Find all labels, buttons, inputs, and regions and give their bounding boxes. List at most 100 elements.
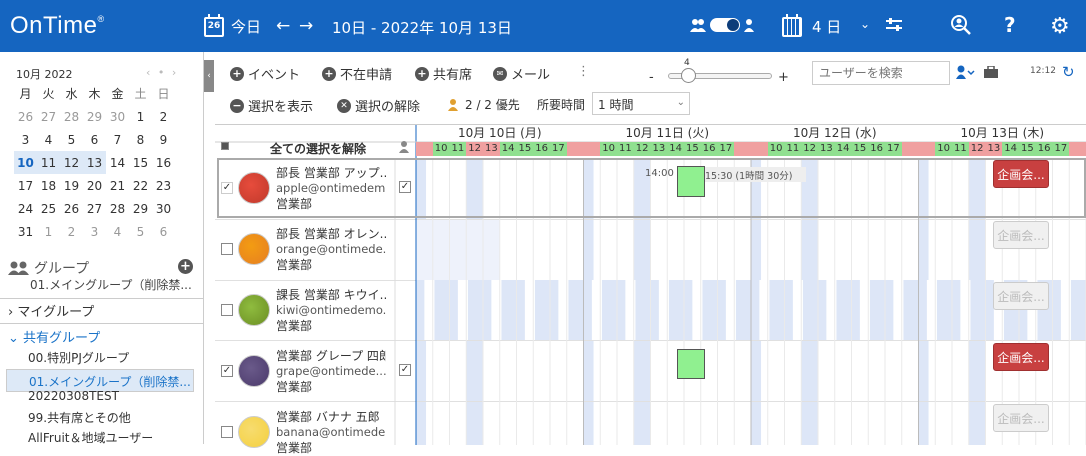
proposed-event-block[interactable] (677, 349, 705, 379)
user-info[interactable]: 部長 営業部 アップ... apple@ontimedem... 営業部 (276, 164, 386, 212)
toggle-switch[interactable] (710, 18, 740, 32)
event-button[interactable]: 企画会... (993, 282, 1049, 310)
calendar-day[interactable]: 5 (60, 128, 83, 151)
priority-checkbox[interactable]: ✓ (399, 364, 411, 376)
calendar-day[interactable]: 9 (152, 128, 175, 151)
row-checkbox[interactable]: ✓ (221, 365, 233, 377)
calendar-day[interactable]: 18 (37, 174, 60, 197)
refresh-icon[interactable]: ↻ (1062, 63, 1075, 81)
calendar-day[interactable]: 2 (152, 105, 175, 128)
shared-seat-button[interactable]: +共有席 (415, 64, 472, 83)
shared-group-toggle[interactable]: ⌄ 共有グループ (8, 327, 100, 346)
day-label[interactable]: 10月 13日 (木) (919, 124, 1086, 142)
calendar-day[interactable]: 4 (106, 220, 129, 243)
calendar-day[interactable]: 27 (83, 197, 106, 220)
gear-icon[interactable]: ⚙ (1050, 14, 1070, 39)
days-selector[interactable]: 4 日 (782, 16, 841, 37)
calendar-day[interactable]: 12 (60, 151, 83, 174)
calendar-day[interactable]: 7 (106, 128, 129, 151)
event-button[interactable]: 企画会... (993, 404, 1049, 432)
sidebar-item-test[interactable]: 20220308TEST (28, 389, 194, 403)
calendar-day[interactable]: 19 (60, 174, 83, 197)
user-filter-icon[interactable] (956, 65, 998, 79)
mail-button[interactable]: ✉メール (493, 64, 550, 83)
zoom-slider-knob[interactable] (681, 68, 696, 83)
event-button[interactable]: 企画会... (993, 160, 1049, 188)
day-label[interactable]: 10月 11日 (火) (584, 124, 752, 142)
user-info[interactable]: 課長 営業部 キウイ... kiwi@ontimedemo... 営業部 (276, 286, 386, 334)
calendar-day[interactable]: 26 (60, 197, 83, 220)
sidebar-item-allfruit[interactable]: AllFruit＆地域ユーザー (28, 429, 194, 446)
calendar-day[interactable]: 6 (152, 220, 175, 243)
help-icon[interactable]: ? (1004, 13, 1016, 37)
priority-checkbox[interactable]: ✓ (399, 181, 411, 193)
row-checkbox[interactable] (221, 426, 233, 438)
calendar-day[interactable]: 22 (129, 174, 152, 197)
calendar-day[interactable]: 20 (83, 174, 106, 197)
calendar-day[interactable]: 24 (14, 197, 37, 220)
group-header[interactable]: グループ (8, 258, 89, 278)
row-checkbox[interactable]: ✓ (221, 182, 233, 194)
calendar-day[interactable]: 5 (129, 220, 152, 243)
proposed-event-block[interactable] (677, 166, 705, 197)
row-checkbox[interactable] (221, 243, 233, 255)
calendar-day[interactable]: 29 (83, 105, 106, 128)
calendar-day[interactable]: 21 (106, 174, 129, 197)
absence-button[interactable]: +不在申請 (322, 64, 392, 83)
calendar-day[interactable]: 8 (129, 128, 152, 151)
prev-arrow-icon[interactable]: ← (276, 16, 290, 36)
chevron-down-icon[interactable]: ⌄ (860, 17, 870, 31)
event-button[interactable]: 企画会... (993, 221, 1049, 249)
my-group-toggle[interactable]: › マイグループ (8, 301, 94, 320)
calendar-day[interactable]: 17 (14, 174, 37, 197)
calendar-day[interactable]: 29 (129, 197, 152, 220)
event-button[interactable]: 企画会... (993, 343, 1049, 371)
calendar-day[interactable]: 16 (152, 151, 175, 174)
calendar-day[interactable]: 2 (60, 220, 83, 243)
user-info[interactable]: 営業部 バナナ 五郎 banana@ontimede... 営業部 (276, 408, 386, 456)
calendar-day[interactable]: 1 (37, 220, 60, 243)
user-info[interactable]: 部長 営業部 オレン... orange@ontimede... 営業部 (276, 225, 386, 273)
event-button[interactable]: +イベント (230, 64, 300, 83)
user-info[interactable]: 営業部 グレープ 四郎 grape@ontimede... 営業部 (276, 347, 386, 395)
mini-calendar-nav[interactable]: ‹ • › (146, 66, 178, 79)
calendar-day[interactable]: 26 (14, 105, 37, 128)
show-selection-button[interactable]: −選択を表示 (230, 96, 313, 115)
calendar-day[interactable]: 25 (37, 197, 60, 220)
app-logo[interactable]: OnTime® (10, 12, 105, 40)
row-checkbox[interactable] (221, 304, 233, 316)
calendar-day[interactable]: 27 (37, 105, 60, 128)
calendar-day[interactable]: 14 (106, 151, 129, 174)
clear-all-selection[interactable]: 全ての選択を解除 (270, 140, 366, 157)
calendar-day[interactable]: 28 (106, 197, 129, 220)
sidebar-item-shared-seat[interactable]: 99.共有席とその他 (28, 409, 194, 426)
today-button[interactable]: 26 今日 (204, 16, 261, 37)
duration-select[interactable]: 1 時間⌄ (592, 92, 690, 115)
user-search-icon[interactable] (950, 14, 972, 36)
calendar-day[interactable]: 31 (14, 220, 37, 243)
collapse-sidebar-handle[interactable]: ‹ (204, 60, 214, 92)
calendar-day[interactable]: 23 (152, 174, 175, 197)
calendar-day[interactable]: 28 (60, 105, 83, 128)
calendar-day[interactable]: 15 (129, 151, 152, 174)
view-toggle[interactable] (690, 18, 754, 32)
day-label[interactable]: 10月 12日 (水) (751, 124, 919, 142)
calendar-day[interactable]: 30 (152, 197, 175, 220)
calendar-day[interactable]: 13 (83, 151, 106, 174)
select-all-checkbox[interactable] (221, 142, 229, 150)
next-arrow-icon[interactable]: → (299, 16, 313, 36)
calendar-day[interactable]: 3 (83, 220, 106, 243)
more-menu-icon[interactable]: ⋮ (577, 64, 590, 79)
calendar-day[interactable]: 30 (106, 105, 129, 128)
calendar-day[interactable]: 1 (129, 105, 152, 128)
calendar-day[interactable]: 11 (37, 151, 60, 174)
sidebar-item-special-pj[interactable]: 00.特別PJグループ (28, 349, 194, 366)
clear-selection-button[interactable]: ✕選択の解除 (337, 96, 420, 115)
add-group-icon[interactable]: + (178, 259, 193, 274)
user-search-input[interactable] (812, 61, 950, 85)
zoom-out-button[interactable]: - (649, 70, 654, 85)
zoom-slider[interactable] (668, 73, 772, 79)
zoom-in-button[interactable]: + (778, 70, 789, 85)
day-label[interactable]: 10月 10日 (月) (416, 124, 584, 142)
calendar-day[interactable]: 6 (83, 128, 106, 151)
